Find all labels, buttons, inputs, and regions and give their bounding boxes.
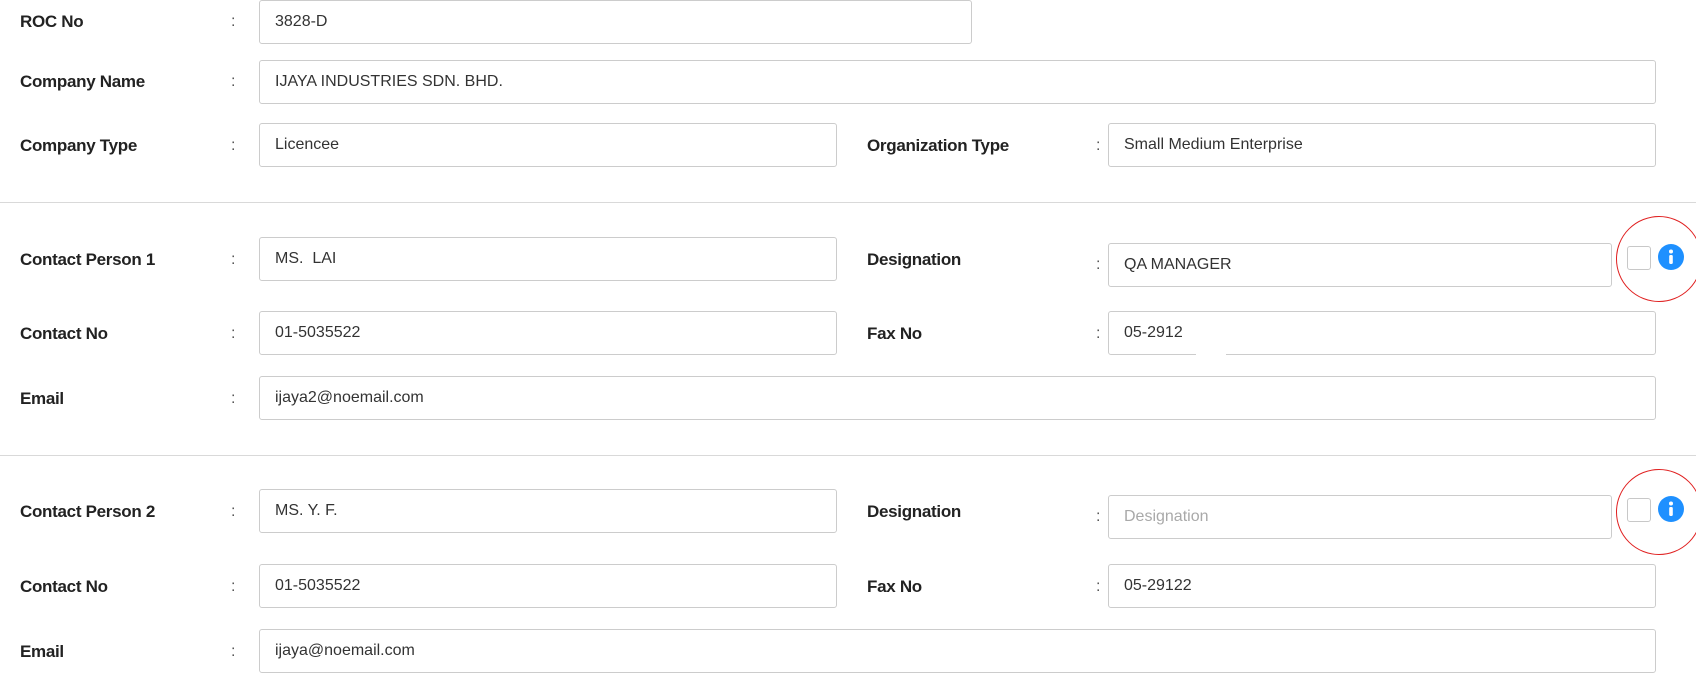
separator-colon: : <box>231 13 236 30</box>
fax-no-2-label: Fax No <box>867 577 922 596</box>
company-name-field[interactable] <box>259 60 1656 104</box>
section-divider <box>0 202 1696 203</box>
contact-no-2-label: Contact No <box>20 577 108 596</box>
separator-colon: : <box>1096 137 1101 154</box>
fax-no-1-field[interactable] <box>1108 311 1656 355</box>
separator-colon: : <box>231 325 236 342</box>
email-2-field[interactable] <box>259 629 1656 673</box>
company-type-label: Company Type <box>20 136 137 155</box>
fax-no-2-field[interactable] <box>1108 564 1656 608</box>
separator-colon: : <box>1096 508 1101 525</box>
separator-colon: : <box>231 578 236 595</box>
separator-colon: : <box>1096 325 1101 342</box>
organization-type-field[interactable] <box>1108 123 1656 167</box>
separator-colon: : <box>231 251 236 268</box>
contact-person-2-field[interactable] <box>259 489 837 533</box>
contact-no-2-field[interactable] <box>259 564 837 608</box>
designation-2-label: Designation <box>867 502 961 521</box>
contact-no-1-label: Contact No <box>20 324 108 343</box>
company-type-field[interactable] <box>259 123 837 167</box>
contact-person-1-label: Contact Person 1 <box>20 250 156 269</box>
section-divider <box>0 455 1696 456</box>
separator-colon: : <box>231 73 236 90</box>
info-icon[interactable] <box>1658 244 1684 270</box>
email-1-label: Email <box>20 389 64 408</box>
email-1-field[interactable] <box>259 376 1656 420</box>
company-name-label: Company Name <box>20 72 145 91</box>
designation-1-checkbox[interactable] <box>1627 246 1651 270</box>
organization-type-label: Organization Type <box>867 136 1009 155</box>
separator-colon: : <box>231 137 236 154</box>
separator-colon: : <box>231 643 236 660</box>
fax-no-1-label: Fax No <box>867 324 922 343</box>
separator-colon: : <box>231 390 236 407</box>
separator-colon: : <box>1096 256 1101 273</box>
separator-colon: : <box>1096 578 1101 595</box>
contact-person-2-label: Contact Person 2 <box>20 502 156 521</box>
designation-1-field[interactable] <box>1108 243 1612 287</box>
contact-no-1-field[interactable] <box>259 311 837 355</box>
designation-1-label: Designation <box>867 250 961 269</box>
roc-no-field[interactable] <box>259 0 972 44</box>
designation-2-field[interactable] <box>1108 495 1612 539</box>
contact-person-1-field[interactable] <box>259 237 837 281</box>
email-2-label: Email <box>20 642 64 661</box>
roc-no-label: ROC No <box>20 12 84 31</box>
designation-2-checkbox[interactable] <box>1627 498 1651 522</box>
redaction-patch <box>1196 350 1226 358</box>
info-icon[interactable] <box>1658 496 1684 522</box>
separator-colon: : <box>231 503 236 520</box>
